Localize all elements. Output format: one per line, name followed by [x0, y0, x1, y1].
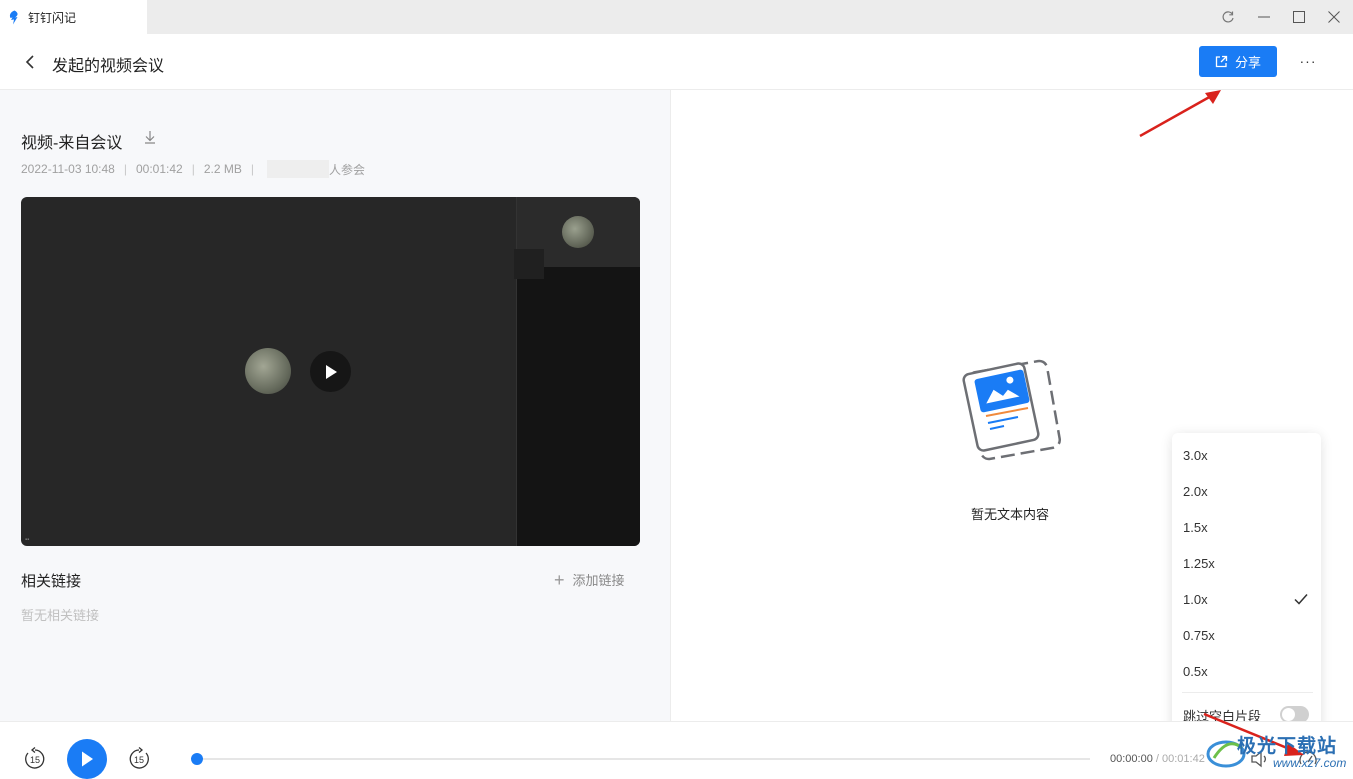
meta-divider: | — [123, 162, 127, 176]
page-header: 发起的视频会议 分享 ··· — [0, 34, 1353, 90]
share-label: 分享 — [1234, 55, 1261, 70]
speaker-avatar — [245, 348, 291, 394]
annotation-arrow-icon — [1139, 90, 1221, 138]
related-links-title: 相关链接 — [21, 573, 82, 590]
more-button[interactable]: ··· — [1295, 48, 1321, 74]
forward-label: 15 — [134, 755, 144, 765]
video-duration: 00:01:42 — [135, 162, 183, 176]
participant-avatar — [562, 216, 594, 248]
add-link-button[interactable]: + 添加链接 — [554, 570, 625, 589]
video-date: 2022-11-03 10:48 — [21, 162, 115, 176]
speed-option[interactable]: 1.5x — [1172, 509, 1321, 545]
share-icon — [1215, 55, 1228, 68]
app-title: 钉钉闪记 — [28, 10, 77, 25]
rewind-label: 15 — [30, 755, 40, 765]
site-watermark-url: www.xz7.com — [1273, 756, 1347, 770]
video-meta: 2022-11-03 10:48 | 00:01:42 | 2.2 MB | 人… — [21, 160, 365, 178]
sync-icon[interactable] — [1210, 0, 1246, 34]
blurred-participants — [266, 160, 329, 178]
meta-divider: | — [250, 162, 254, 176]
empty-links-text: 暂无相关链接 — [21, 608, 100, 623]
play-icon — [82, 751, 93, 767]
close-icon[interactable] — [1316, 0, 1352, 34]
video-player[interactable]: ▪▪ — [21, 197, 640, 546]
speed-option-selected[interactable]: 1.0x — [1172, 581, 1321, 617]
title-bar: 钉钉闪记 — [0, 0, 1353, 34]
time-display: 00:00:00 / 00:01:42 — [1110, 753, 1205, 765]
progress-knob[interactable] — [191, 753, 203, 765]
maximize-icon[interactable] — [1281, 0, 1317, 34]
play-icon — [325, 364, 337, 379]
current-time: 00:00:00 — [1110, 753, 1153, 765]
checkmark-icon — [1294, 594, 1308, 605]
speed-option[interactable]: 3.0x — [1172, 437, 1321, 473]
video-shadow-block — [514, 249, 544, 279]
empty-transcript-text: 暂无文本内容 — [971, 507, 1050, 522]
recording-panel: 视频-来自会议 2022-11-03 10:48 | 00:01:42 | 2.… — [0, 90, 671, 721]
video-watermark-mark: ▪▪ — [25, 537, 30, 543]
video-size: 2.2 MB — [203, 162, 242, 176]
share-button[interactable]: 分享 — [1199, 46, 1277, 77]
app-tab[interactable]: 钉钉闪记 — [0, 0, 147, 34]
video-side-panel — [514, 197, 640, 546]
forward-icon: 15 — [129, 747, 149, 769]
empty-document-icon — [962, 359, 1062, 461]
total-time: / 00:01:42 — [1155, 753, 1205, 765]
page-title: 发起的视频会议 — [52, 58, 165, 75]
dingtalk-logo-icon — [9, 10, 18, 24]
playback-speed-menu: 3.0x 2.0x 1.5x 1.25x 1.0x 0.75x 0.5x 跳过空… — [1172, 433, 1321, 738]
add-link-label: 添加链接 — [572, 573, 625, 588]
meta-divider: | — [191, 162, 195, 176]
progress-bar[interactable] — [196, 758, 1090, 760]
play-button[interactable] — [67, 739, 107, 779]
back-button[interactable] — [18, 50, 42, 74]
participants-label: 人参会 — [328, 162, 365, 177]
rewind-icon: 15 — [25, 747, 45, 769]
chevron-left-icon — [25, 55, 34, 69]
menu-divider — [1182, 692, 1313, 693]
speed-option[interactable]: 1.25x — [1172, 545, 1321, 581]
rewind-15-button[interactable]: 15 — [22, 746, 48, 772]
download-icon[interactable] — [141, 128, 159, 146]
site-watermark-text: 极光下载站 — [1237, 736, 1338, 757]
speed-option[interactable]: 0.5x — [1172, 653, 1321, 689]
plus-icon: + — [554, 569, 565, 590]
forward-15-button[interactable]: 15 — [126, 746, 152, 772]
player-controls: 15 15 00:00:00 / 00:01:42 — [0, 721, 1353, 779]
video-title: 视频-来自会议 — [21, 135, 123, 152]
video-play-button[interactable] — [310, 351, 351, 392]
speed-option[interactable]: 2.0x — [1172, 473, 1321, 509]
minimize-icon[interactable] — [1246, 0, 1282, 34]
speed-option[interactable]: 0.75x — [1172, 617, 1321, 653]
speed-option-label: 1.0x — [1183, 591, 1208, 607]
